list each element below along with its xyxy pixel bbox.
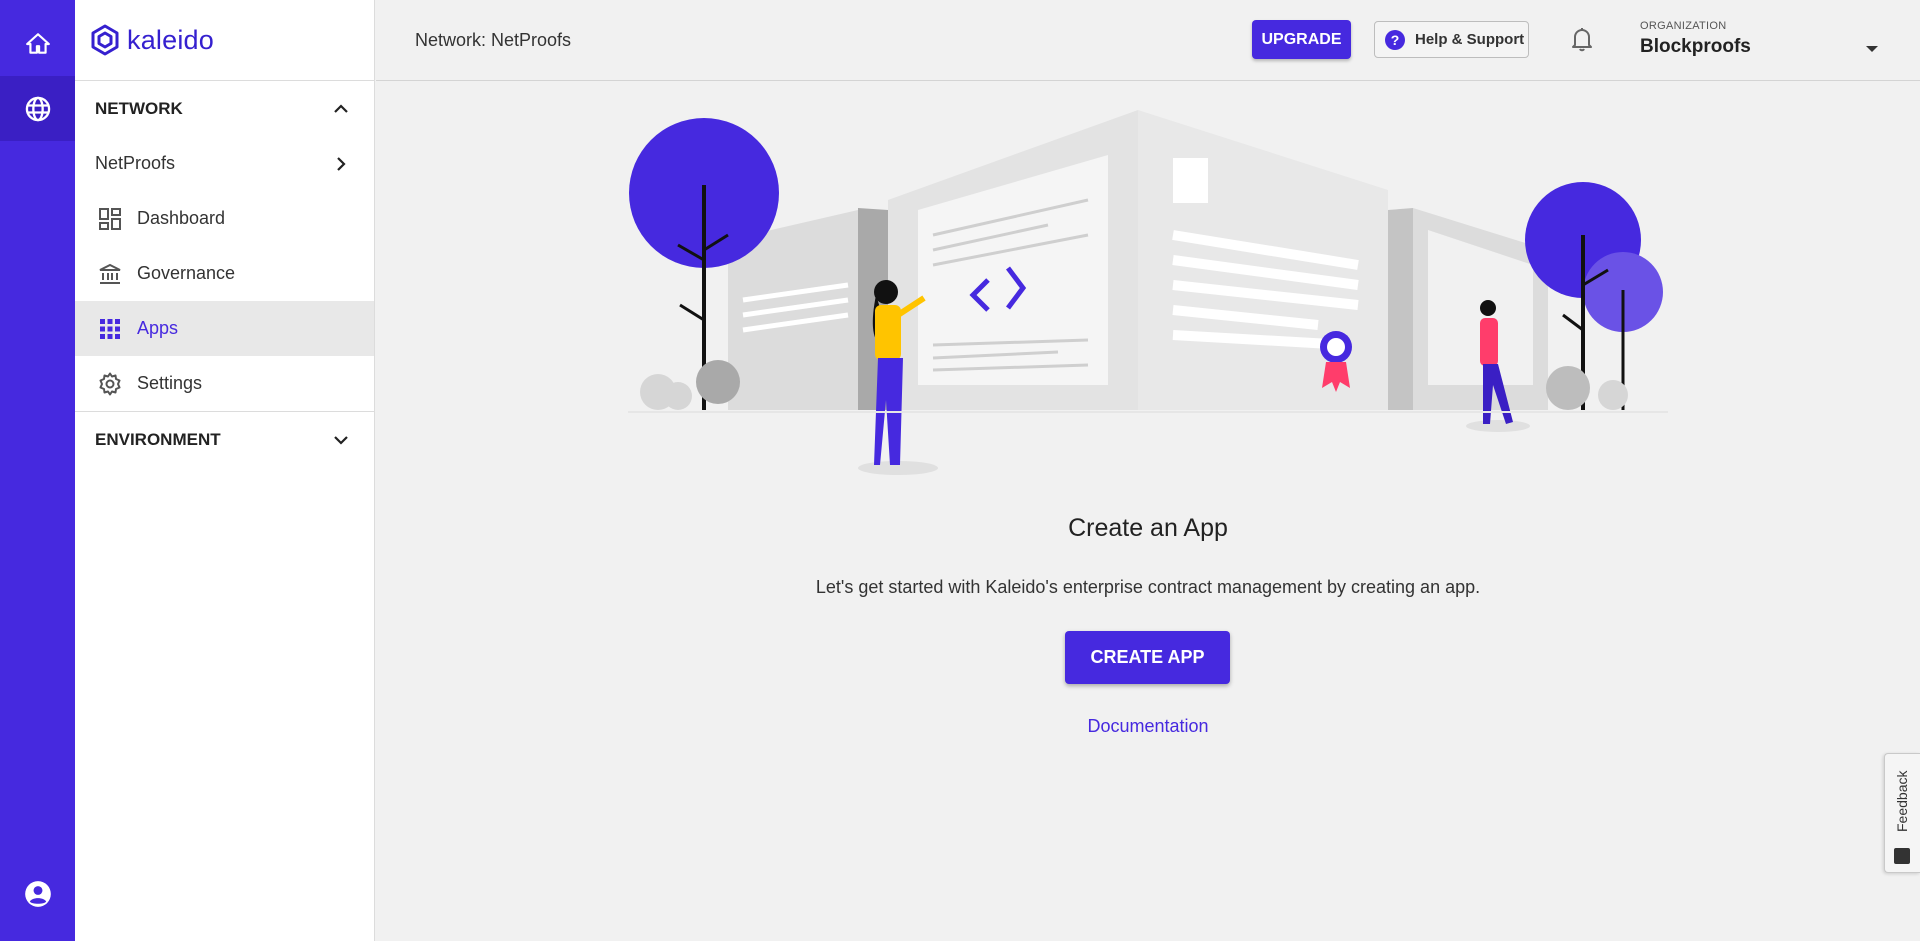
network-name: NetProofs [95, 153, 176, 173]
organization-label: ORGANIZATION [1640, 20, 1727, 32]
sidebar-item-governance[interactable]: Governance [75, 246, 374, 301]
help-support-button[interactable]: ? Help & Support [1374, 21, 1529, 58]
help-icon: ? [1385, 29, 1405, 50]
documentation-link[interactable]: Documentation [376, 716, 1920, 737]
organization-selector[interactable]: ORGANIZATION Blockproofs [1640, 20, 1890, 58]
network-section-label: NETWORK [95, 98, 183, 118]
home-button[interactable] [0, 11, 75, 76]
sidebar-item-label: Settings [137, 373, 203, 393]
logo-text: kaleido [127, 24, 214, 55]
top-bar: Network: NetProofs UPGRADE ? Help & Supp… [376, 0, 1920, 81]
chevron-down-icon [334, 435, 348, 445]
kaleido-logo-icon [91, 24, 119, 56]
caret-down-icon [1866, 46, 1878, 52]
gear-icon [97, 371, 123, 397]
home-icon [25, 32, 50, 54]
left-rail [0, 0, 75, 941]
feedback-label: Feedback [1894, 770, 1910, 832]
sidebar-item-label: Apps [137, 318, 179, 338]
sidebar-item-apps[interactable]: Apps [75, 301, 374, 356]
help-support-label: Help & Support [1415, 31, 1525, 48]
breadcrumb: Network: NetProofs [415, 30, 572, 50]
notifications-button[interactable] [1570, 26, 1594, 57]
sidebar-item-settings[interactable]: Settings [75, 356, 374, 411]
sidebar-item-dashboard[interactable]: Dashboard [75, 191, 374, 246]
feedback-icon [1894, 848, 1910, 864]
account-circle-icon [24, 880, 51, 907]
account-button[interactable] [0, 861, 75, 926]
environment-section-toggle[interactable]: ENVIRONMENT [75, 412, 374, 467]
dashboard-icon [97, 206, 123, 232]
bank-icon [97, 261, 123, 287]
organization-name: Blockproofs [1640, 36, 1751, 57]
environment-section-label: ENVIRONMENT [95, 429, 221, 449]
sidebar: kaleido NETWORK NetProofs Dashboard Gove… [75, 0, 375, 941]
empty-state-description: Let's get started with Kaleido's enterpr… [815, 577, 1481, 597]
apps-grid-icon [97, 316, 123, 342]
network-section-toggle[interactable]: NETWORK [75, 81, 374, 136]
upgrade-button[interactable]: UPGRADE [1252, 20, 1351, 59]
sidebar-item-label: Dashboard [137, 208, 226, 228]
network-selector[interactable]: NetProofs [75, 136, 374, 191]
globe-icon [25, 96, 50, 121]
kaleido-logo[interactable]: kaleido [75, 0, 374, 81]
create-app-button[interactable]: CREATE APP [1065, 631, 1230, 684]
empty-state-title: Create an App [1068, 514, 1228, 542]
chevron-up-icon [334, 103, 348, 113]
bell-icon [1572, 28, 1592, 52]
hero-illustration [628, 100, 1668, 485]
chevron-right-icon [337, 156, 346, 171]
network-button[interactable] [0, 76, 75, 141]
sidebar-item-label: Governance [137, 263, 236, 283]
feedback-tab[interactable]: Feedback [1884, 753, 1920, 873]
